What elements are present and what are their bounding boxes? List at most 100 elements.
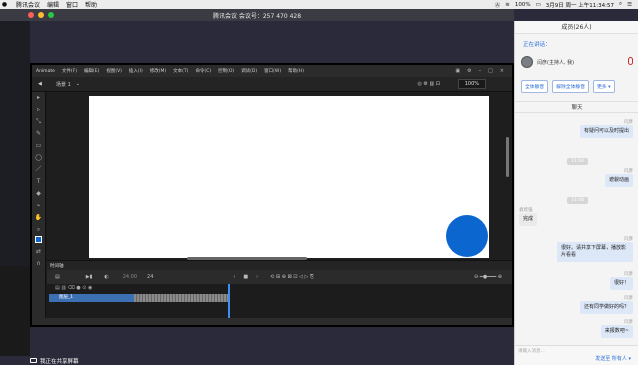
fps-value[interactable]: 24.00 bbox=[123, 274, 137, 280]
hand-tool-icon[interactable]: ✋ bbox=[32, 212, 45, 224]
an-menu-text[interactable]: 文本(T) bbox=[173, 68, 188, 74]
control-center-icon[interactable]: ☰ bbox=[627, 2, 632, 8]
chat-bubble: 完成 bbox=[519, 213, 538, 226]
zoom-tool-icon[interactable]: ⌕ bbox=[32, 224, 45, 236]
frames-area[interactable]: ▤ ▥ ⌫ ● ⊙ ◉ 图层_1 bbox=[47, 284, 512, 319]
sharing-indicator[interactable]: 我正在共享屏幕 bbox=[30, 356, 120, 365]
oval-tool-icon[interactable]: ◯ bbox=[32, 152, 45, 164]
chat-message: 闫彦 很好。请共享下屏幕，播放影片看看 bbox=[557, 236, 633, 262]
selection-tool-icon[interactable]: ▸ bbox=[32, 92, 45, 104]
an-menu-view[interactable]: 视图(V) bbox=[106, 68, 122, 74]
close-icon[interactable] bbox=[28, 12, 34, 18]
chat-list[interactable]: 闫彦 有疑问可以及时提出 11:04 闫彦 遮貌动画 11:08 袁欣强 完成 … bbox=[515, 113, 638, 345]
tools-panel: ▸ ▹ ⤡ ✎ ▭ ◯ ／ T ◆ ⌁ ✋ ⌕ ⇄ ∩ bbox=[32, 92, 46, 318]
members-title: 成员(26人) bbox=[515, 21, 638, 34]
timeline-tab[interactable]: 时间轴 bbox=[50, 263, 64, 269]
screen-share-icon bbox=[30, 358, 37, 363]
chat-input-area[interactable]: 请输入消息... 发送至 所有人 ▾ bbox=[515, 345, 638, 365]
playhead[interactable] bbox=[228, 284, 230, 319]
an-menu-commands[interactable]: 命令(C) bbox=[195, 68, 211, 74]
mic-muted-icon[interactable] bbox=[628, 57, 633, 65]
adobe-icon[interactable]: Ⓐ bbox=[495, 1, 501, 9]
snap-icon[interactable]: ∩ bbox=[32, 258, 45, 270]
meeting-side-panel: 成员(26人) 正在讲话： 闫彦(主持人, 我) 全体静音 解除全体静音 更多 … bbox=[514, 21, 638, 365]
minimize-icon[interactable] bbox=[38, 12, 44, 18]
member-actions: 全体静音 解除全体静音 更多 ▾ bbox=[521, 80, 615, 93]
back-icon[interactable]: ◀ bbox=[38, 81, 42, 87]
menu-window[interactable]: 窗口 bbox=[66, 0, 78, 9]
chevron-down-icon[interactable]: ⌄ bbox=[76, 81, 80, 87]
mute-all-button[interactable]: 全体静音 bbox=[521, 80, 549, 93]
sharing-label: 我正在共享屏幕 bbox=[40, 358, 79, 365]
chat-input-placeholder[interactable]: 请输入消息... bbox=[518, 348, 545, 354]
loop-icon[interactable]: ⟲ ⊞ ⊕ ⊠ ⊡ ◁ ▷ ⎘ bbox=[270, 274, 314, 280]
window-controls bbox=[28, 12, 54, 18]
layer-tools-icons[interactable]: ▤ ▥ ⌫ ● ⊙ ◉ bbox=[55, 285, 92, 291]
workspace-icon[interactable]: ▣ bbox=[455, 68, 460, 74]
an-menu-debug[interactable]: 调试(D) bbox=[241, 68, 257, 74]
scene-label[interactable]: 场景 1 bbox=[56, 81, 71, 88]
menu-help[interactable]: 帮助 bbox=[85, 0, 97, 9]
apple-icon[interactable]: ● bbox=[0, 1, 9, 8]
an-menu-help[interactable]: 帮助(H) bbox=[288, 68, 304, 74]
transform-tool-icon[interactable]: ⤡ bbox=[32, 116, 45, 128]
meeting-title: 腾讯会议 会议号：257 470 428 bbox=[212, 12, 302, 20]
clock[interactable]: 3月9日 周一 上午11:34:57 bbox=[546, 1, 614, 9]
camera-icon[interactable]: ▶▮ bbox=[86, 274, 93, 280]
chat-message: 闫彦 很好！ bbox=[609, 271, 633, 290]
search-icon[interactable]: ⌕ bbox=[619, 1, 622, 8]
eyedropper-icon[interactable]: ⌁ bbox=[32, 200, 45, 212]
more-button[interactable]: 更多 ▾ bbox=[593, 80, 615, 93]
zoom-icon[interactable] bbox=[48, 12, 54, 18]
step-back-icon[interactable]: ‹ bbox=[233, 274, 235, 280]
an-menu-window[interactable]: 窗口(W) bbox=[264, 68, 281, 74]
vertical-scrollbar[interactable] bbox=[506, 137, 509, 177]
subselect-tool-icon[interactable]: ▹ bbox=[32, 104, 45, 116]
an-menu-insert[interactable]: 插入(I) bbox=[129, 68, 143, 74]
stage-tools-icons[interactable]: ◎ ⚙ ▥ ⊡ bbox=[417, 81, 440, 87]
an-window-controls: ▣ ⚙ – □ × bbox=[455, 68, 504, 74]
an-menu-file[interactable]: 文件(F) bbox=[62, 68, 77, 74]
stage-canvas[interactable] bbox=[89, 96, 489, 258]
close-icon[interactable]: × bbox=[500, 68, 504, 74]
paint-bucket-icon[interactable]: ◆ bbox=[32, 188, 45, 200]
unmute-all-button[interactable]: 解除全体静音 bbox=[552, 80, 589, 93]
blue-circle-shape[interactable] bbox=[446, 215, 488, 257]
line-tool-icon[interactable]: ／ bbox=[32, 164, 45, 176]
chat-timestamp: 11:04 bbox=[567, 158, 588, 165]
stroke-color-swatch[interactable] bbox=[32, 236, 45, 246]
minimize-icon[interactable]: – bbox=[479, 68, 482, 74]
send-to-select[interactable]: 发送至 所有人 ▾ bbox=[595, 355, 631, 362]
chat-timestamp: 11:08 bbox=[567, 197, 588, 204]
an-menu-modify[interactable]: 修改(M) bbox=[150, 68, 166, 74]
text-tool-icon[interactable]: T bbox=[32, 176, 45, 188]
chat-message: 闫彦 有疑问可以及时提出 bbox=[579, 119, 633, 138]
step-forward-icon[interactable]: › bbox=[256, 274, 258, 280]
member-row[interactable]: 闫彦(主持人, 我) bbox=[521, 54, 633, 70]
an-menu-control[interactable]: 控制(O) bbox=[218, 68, 234, 74]
onion-icon[interactable]: ◐ bbox=[104, 274, 108, 280]
chat-title: 聊天 bbox=[515, 101, 638, 113]
an-menu-edit[interactable]: 编辑(E) bbox=[84, 68, 99, 74]
keyframe-strip[interactable] bbox=[134, 294, 228, 302]
maximize-icon[interactable]: □ bbox=[488, 68, 493, 74]
desktop-background bbox=[0, 21, 30, 356]
settings-icon[interactable]: ⚙ bbox=[467, 68, 471, 74]
rectangle-tool-icon[interactable]: ▭ bbox=[32, 140, 45, 152]
play-icon[interactable]: ■ bbox=[243, 274, 248, 280]
frame-rate[interactable]: 24 bbox=[147, 274, 153, 280]
wifi-icon[interactable]: ≋ bbox=[505, 2, 510, 8]
layer-name[interactable]: 图层_1 bbox=[59, 295, 73, 300]
chat-message: 闫彦 还有同学做好的吗？ bbox=[579, 295, 633, 314]
menu-app[interactable]: 腾讯会议 bbox=[16, 0, 40, 9]
timeline-zoom-slider[interactable]: ⊖ ━●━━━ ⊕ bbox=[474, 274, 502, 280]
animate-menubar: Animate 文件(F) 编辑(E) 视图(V) 插入(I) 修改(M) 文本… bbox=[32, 65, 512, 77]
swap-colors-icon[interactable]: ⇄ bbox=[32, 246, 45, 258]
layer-menu-icon[interactable]: ▤ bbox=[55, 274, 60, 280]
stage-area[interactable] bbox=[47, 92, 512, 260]
zoom-select[interactable]: 100% bbox=[457, 79, 486, 89]
pencil-tool-icon[interactable]: ✎ bbox=[32, 128, 45, 140]
battery-icon[interactable]: ▭ bbox=[536, 2, 541, 8]
chat-bubble: 很好。请共享下屏幕，播放影片看看 bbox=[557, 242, 633, 262]
menu-edit[interactable]: 编辑 bbox=[47, 0, 59, 9]
